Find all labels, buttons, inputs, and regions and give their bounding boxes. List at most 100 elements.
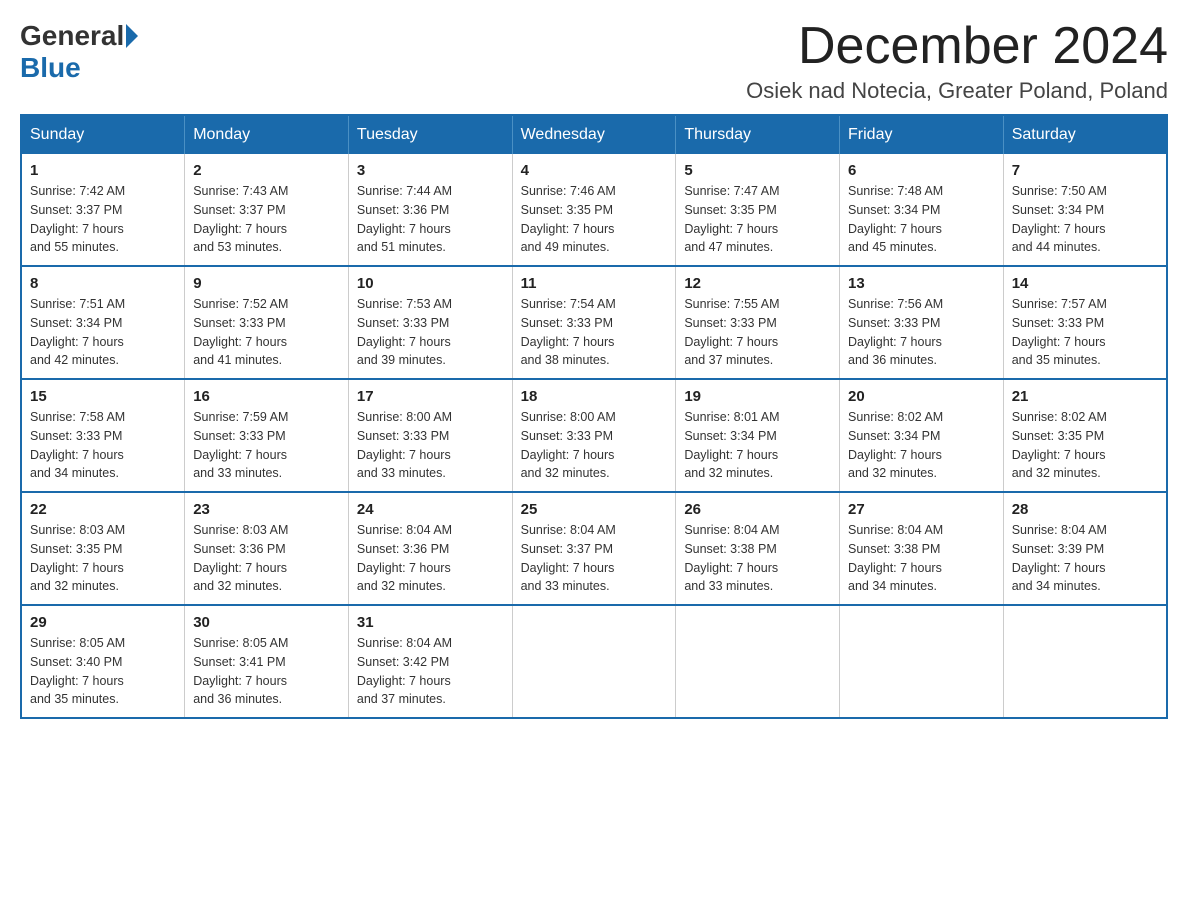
day-number: 26 (684, 501, 831, 518)
calendar-cell: 22 Sunrise: 8:03 AM Sunset: 3:35 PM Dayl… (21, 492, 185, 605)
calendar-cell: 30 Sunrise: 8:05 AM Sunset: 3:41 PM Dayl… (185, 605, 349, 718)
day-info: Sunrise: 7:53 AM Sunset: 3:33 PM Dayligh… (357, 295, 504, 370)
calendar-cell: 19 Sunrise: 8:01 AM Sunset: 3:34 PM Dayl… (676, 379, 840, 492)
title-section: December 2024 Osiek nad Notecia, Greater… (746, 20, 1168, 104)
day-info: Sunrise: 7:51 AM Sunset: 3:34 PM Dayligh… (30, 295, 176, 370)
day-info: Sunrise: 7:50 AM Sunset: 3:34 PM Dayligh… (1012, 182, 1158, 257)
logo-arrow-icon (126, 24, 138, 48)
day-number: 18 (521, 388, 668, 405)
calendar-cell: 17 Sunrise: 8:00 AM Sunset: 3:33 PM Dayl… (348, 379, 512, 492)
day-number: 27 (848, 501, 995, 518)
calendar-cell: 1 Sunrise: 7:42 AM Sunset: 3:37 PM Dayli… (21, 154, 185, 266)
day-number: 15 (30, 388, 176, 405)
day-info: Sunrise: 7:47 AM Sunset: 3:35 PM Dayligh… (684, 182, 831, 257)
calendar-cell: 18 Sunrise: 8:00 AM Sunset: 3:33 PM Dayl… (512, 379, 676, 492)
calendar-cell: 23 Sunrise: 8:03 AM Sunset: 3:36 PM Dayl… (185, 492, 349, 605)
day-of-week-header: Thursday (676, 115, 840, 154)
calendar-cell: 28 Sunrise: 8:04 AM Sunset: 3:39 PM Dayl… (1003, 492, 1167, 605)
day-info: Sunrise: 8:04 AM Sunset: 3:36 PM Dayligh… (357, 521, 504, 596)
calendar-table: SundayMondayTuesdayWednesdayThursdayFrid… (20, 114, 1168, 719)
day-info: Sunrise: 7:46 AM Sunset: 3:35 PM Dayligh… (521, 182, 668, 257)
calendar-header-row: SundayMondayTuesdayWednesdayThursdayFrid… (21, 115, 1167, 154)
day-number: 5 (684, 162, 831, 179)
calendar-cell (840, 605, 1004, 718)
day-info: Sunrise: 7:58 AM Sunset: 3:33 PM Dayligh… (30, 408, 176, 483)
day-info: Sunrise: 7:59 AM Sunset: 3:33 PM Dayligh… (193, 408, 340, 483)
day-of-week-header: Friday (840, 115, 1004, 154)
day-number: 4 (521, 162, 668, 179)
calendar-cell: 15 Sunrise: 7:58 AM Sunset: 3:33 PM Dayl… (21, 379, 185, 492)
day-info: Sunrise: 8:00 AM Sunset: 3:33 PM Dayligh… (357, 408, 504, 483)
day-info: Sunrise: 8:02 AM Sunset: 3:35 PM Dayligh… (1012, 408, 1158, 483)
day-info: Sunrise: 7:52 AM Sunset: 3:33 PM Dayligh… (193, 295, 340, 370)
day-info: Sunrise: 8:04 AM Sunset: 3:42 PM Dayligh… (357, 634, 504, 709)
day-number: 1 (30, 162, 176, 179)
calendar-week-row: 8 Sunrise: 7:51 AM Sunset: 3:34 PM Dayli… (21, 266, 1167, 379)
day-of-week-header: Monday (185, 115, 349, 154)
day-info: Sunrise: 8:02 AM Sunset: 3:34 PM Dayligh… (848, 408, 995, 483)
day-number: 30 (193, 614, 340, 631)
day-number: 12 (684, 275, 831, 292)
month-title: December 2024 (746, 20, 1168, 72)
day-info: Sunrise: 7:42 AM Sunset: 3:37 PM Dayligh… (30, 182, 176, 257)
calendar-week-row: 29 Sunrise: 8:05 AM Sunset: 3:40 PM Dayl… (21, 605, 1167, 718)
day-info: Sunrise: 8:03 AM Sunset: 3:36 PM Dayligh… (193, 521, 340, 596)
day-info: Sunrise: 7:56 AM Sunset: 3:33 PM Dayligh… (848, 295, 995, 370)
logo-general: General (20, 20, 124, 52)
calendar-cell: 5 Sunrise: 7:47 AM Sunset: 3:35 PM Dayli… (676, 154, 840, 266)
calendar-cell: 3 Sunrise: 7:44 AM Sunset: 3:36 PM Dayli… (348, 154, 512, 266)
day-info: Sunrise: 8:04 AM Sunset: 3:38 PM Dayligh… (684, 521, 831, 596)
calendar-cell (512, 605, 676, 718)
logo-blue: Blue (20, 52, 81, 84)
calendar-week-row: 22 Sunrise: 8:03 AM Sunset: 3:35 PM Dayl… (21, 492, 1167, 605)
day-info: Sunrise: 7:43 AM Sunset: 3:37 PM Dayligh… (193, 182, 340, 257)
day-number: 24 (357, 501, 504, 518)
calendar-cell: 11 Sunrise: 7:54 AM Sunset: 3:33 PM Dayl… (512, 266, 676, 379)
calendar-cell: 31 Sunrise: 8:04 AM Sunset: 3:42 PM Dayl… (348, 605, 512, 718)
calendar-cell (1003, 605, 1167, 718)
day-number: 28 (1012, 501, 1158, 518)
calendar-cell: 9 Sunrise: 7:52 AM Sunset: 3:33 PM Dayli… (185, 266, 349, 379)
calendar-cell: 26 Sunrise: 8:04 AM Sunset: 3:38 PM Dayl… (676, 492, 840, 605)
day-number: 21 (1012, 388, 1158, 405)
calendar-cell: 10 Sunrise: 7:53 AM Sunset: 3:33 PM Dayl… (348, 266, 512, 379)
day-info: Sunrise: 7:44 AM Sunset: 3:36 PM Dayligh… (357, 182, 504, 257)
day-info: Sunrise: 7:57 AM Sunset: 3:33 PM Dayligh… (1012, 295, 1158, 370)
calendar-cell: 2 Sunrise: 7:43 AM Sunset: 3:37 PM Dayli… (185, 154, 349, 266)
calendar-cell: 4 Sunrise: 7:46 AM Sunset: 3:35 PM Dayli… (512, 154, 676, 266)
day-number: 23 (193, 501, 340, 518)
day-number: 13 (848, 275, 995, 292)
calendar-cell: 8 Sunrise: 7:51 AM Sunset: 3:34 PM Dayli… (21, 266, 185, 379)
day-info: Sunrise: 8:04 AM Sunset: 3:37 PM Dayligh… (521, 521, 668, 596)
day-number: 16 (193, 388, 340, 405)
day-number: 14 (1012, 275, 1158, 292)
day-number: 17 (357, 388, 504, 405)
day-number: 6 (848, 162, 995, 179)
day-info: Sunrise: 7:48 AM Sunset: 3:34 PM Dayligh… (848, 182, 995, 257)
day-number: 2 (193, 162, 340, 179)
day-number: 7 (1012, 162, 1158, 179)
day-info: Sunrise: 8:04 AM Sunset: 3:39 PM Dayligh… (1012, 521, 1158, 596)
calendar-cell: 13 Sunrise: 7:56 AM Sunset: 3:33 PM Dayl… (840, 266, 1004, 379)
day-number: 10 (357, 275, 504, 292)
day-number: 8 (30, 275, 176, 292)
calendar-cell: 20 Sunrise: 8:02 AM Sunset: 3:34 PM Dayl… (840, 379, 1004, 492)
calendar-cell (676, 605, 840, 718)
calendar-cell: 27 Sunrise: 8:04 AM Sunset: 3:38 PM Dayl… (840, 492, 1004, 605)
calendar-week-row: 15 Sunrise: 7:58 AM Sunset: 3:33 PM Dayl… (21, 379, 1167, 492)
day-of-week-header: Tuesday (348, 115, 512, 154)
day-info: Sunrise: 8:04 AM Sunset: 3:38 PM Dayligh… (848, 521, 995, 596)
day-number: 11 (521, 275, 668, 292)
calendar-cell: 7 Sunrise: 7:50 AM Sunset: 3:34 PM Dayli… (1003, 154, 1167, 266)
day-number: 31 (357, 614, 504, 631)
calendar-cell: 6 Sunrise: 7:48 AM Sunset: 3:34 PM Dayli… (840, 154, 1004, 266)
day-info: Sunrise: 8:01 AM Sunset: 3:34 PM Dayligh… (684, 408, 831, 483)
day-number: 22 (30, 501, 176, 518)
calendar-cell: 16 Sunrise: 7:59 AM Sunset: 3:33 PM Dayl… (185, 379, 349, 492)
day-info: Sunrise: 8:00 AM Sunset: 3:33 PM Dayligh… (521, 408, 668, 483)
day-of-week-header: Sunday (21, 115, 185, 154)
calendar-cell: 29 Sunrise: 8:05 AM Sunset: 3:40 PM Dayl… (21, 605, 185, 718)
day-info: Sunrise: 8:05 AM Sunset: 3:41 PM Dayligh… (193, 634, 340, 709)
calendar-week-row: 1 Sunrise: 7:42 AM Sunset: 3:37 PM Dayli… (21, 154, 1167, 266)
day-number: 3 (357, 162, 504, 179)
